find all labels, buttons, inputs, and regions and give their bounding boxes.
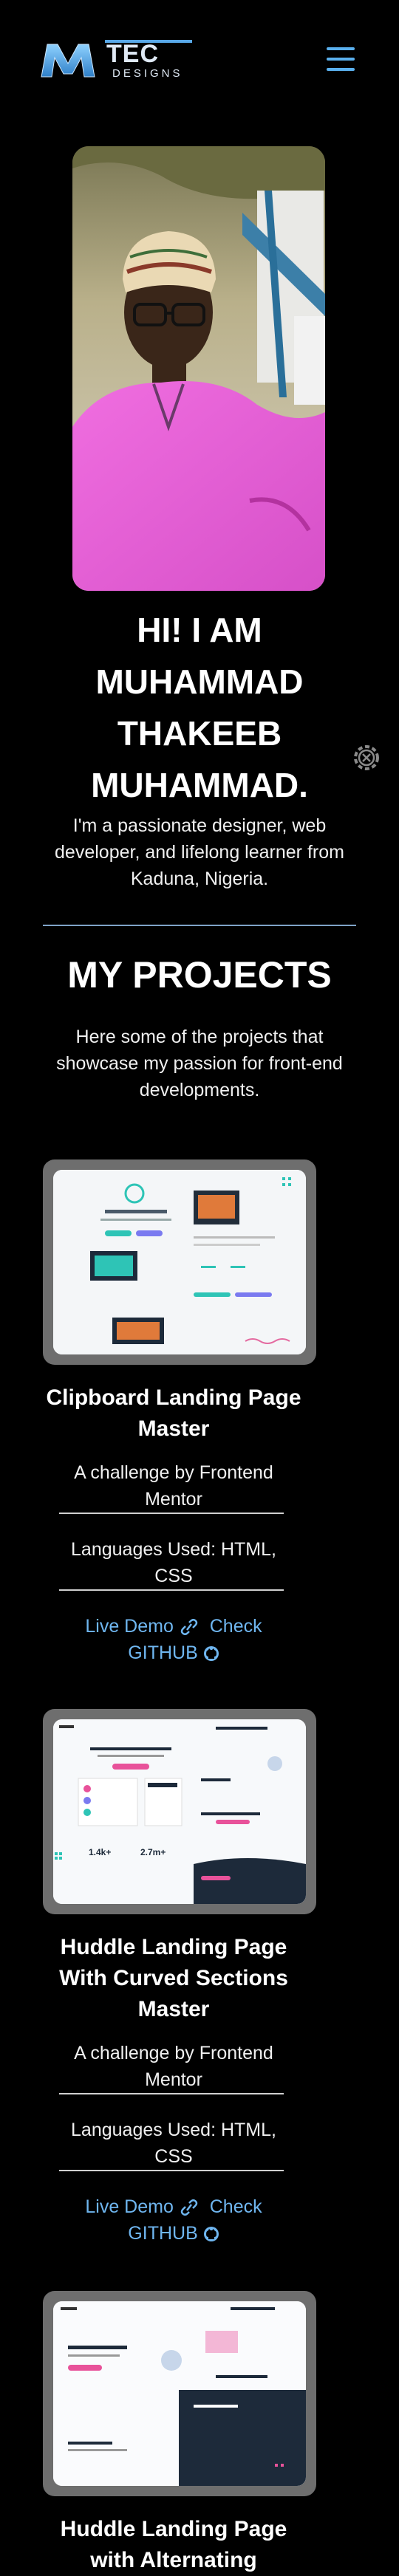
settings-gear-icon[interactable]	[349, 740, 384, 775]
github-icon	[203, 2227, 219, 2242]
project-title: Huddle Landing Page With Curved Sections…	[59, 1935, 288, 2021]
hero-heading-line: HI! I AM	[137, 611, 262, 649]
project-languages: Languages Used: HTML, CSS	[71, 1539, 276, 1586]
svg-text:2.7m+: 2.7m+	[140, 1847, 166, 1857]
profile-photo	[72, 146, 325, 591]
hero-heading-line: MUHAMMAD	[95, 662, 304, 701]
logo-designs-text: DESIGNS	[112, 67, 183, 80]
live-demo-label: Live Demo	[85, 1616, 174, 1637]
logo-tec-text: TEC	[106, 40, 159, 68]
svg-text:1.4k+: 1.4k+	[89, 1847, 111, 1857]
projects-heading: MY PROJECTS	[67, 954, 332, 996]
section-divider	[43, 925, 356, 926]
live-demo-link[interactable]: Live Demo	[85, 2196, 199, 2217]
project-divider	[59, 1589, 284, 1591]
project-screenshot[interactable]	[43, 1159, 316, 1365]
projects-subtitle: Here some of the projects that showcase …	[56, 1027, 343, 1100]
project-description: A challenge by Frontend Mentor	[74, 1462, 273, 1510]
live-demo-link[interactable]: Live Demo	[85, 1616, 199, 1637]
project-languages: Languages Used: HTML, CSS	[71, 2120, 276, 2167]
project-links: Live Demo Check GITHUB	[59, 2193, 288, 2247]
project-links: Live Demo Check GITHUB	[59, 1613, 288, 1666]
link-icon	[180, 1619, 198, 1636]
project-title: Clipboard Landing Page Master	[46, 1385, 301, 1441]
hero-heading-line: THAKEEB	[117, 714, 282, 753]
link-icon	[180, 2199, 198, 2216]
project-divider	[59, 2170, 284, 2171]
project-divider	[59, 2093, 284, 2094]
hero-heading: HI! I AM MUHAMMAD THAKEEB MUHAMMAD.	[30, 604, 369, 811]
hero-heading-line: MUHAMMAD.	[91, 766, 308, 804]
live-demo-label: Live Demo	[85, 2196, 174, 2217]
site-logo[interactable]: TEC DESIGNS	[40, 37, 211, 83]
project-title: Huddle Landing Page with Alternating	[60, 2517, 287, 2572]
hero-bio: I'm a passionate designer, web developer…	[55, 815, 344, 889]
github-icon	[203, 1646, 219, 1662]
project-screenshot[interactable]: 1.4k+ 2.7m+	[43, 1709, 316, 1914]
hamburger-menu-icon[interactable]	[324, 43, 358, 77]
project-description: A challenge by Frontend Mentor	[74, 2043, 273, 2090]
logo-m-mark	[41, 44, 95, 78]
project-screenshot[interactable]	[43, 2291, 316, 2496]
project-divider	[59, 1513, 284, 1514]
